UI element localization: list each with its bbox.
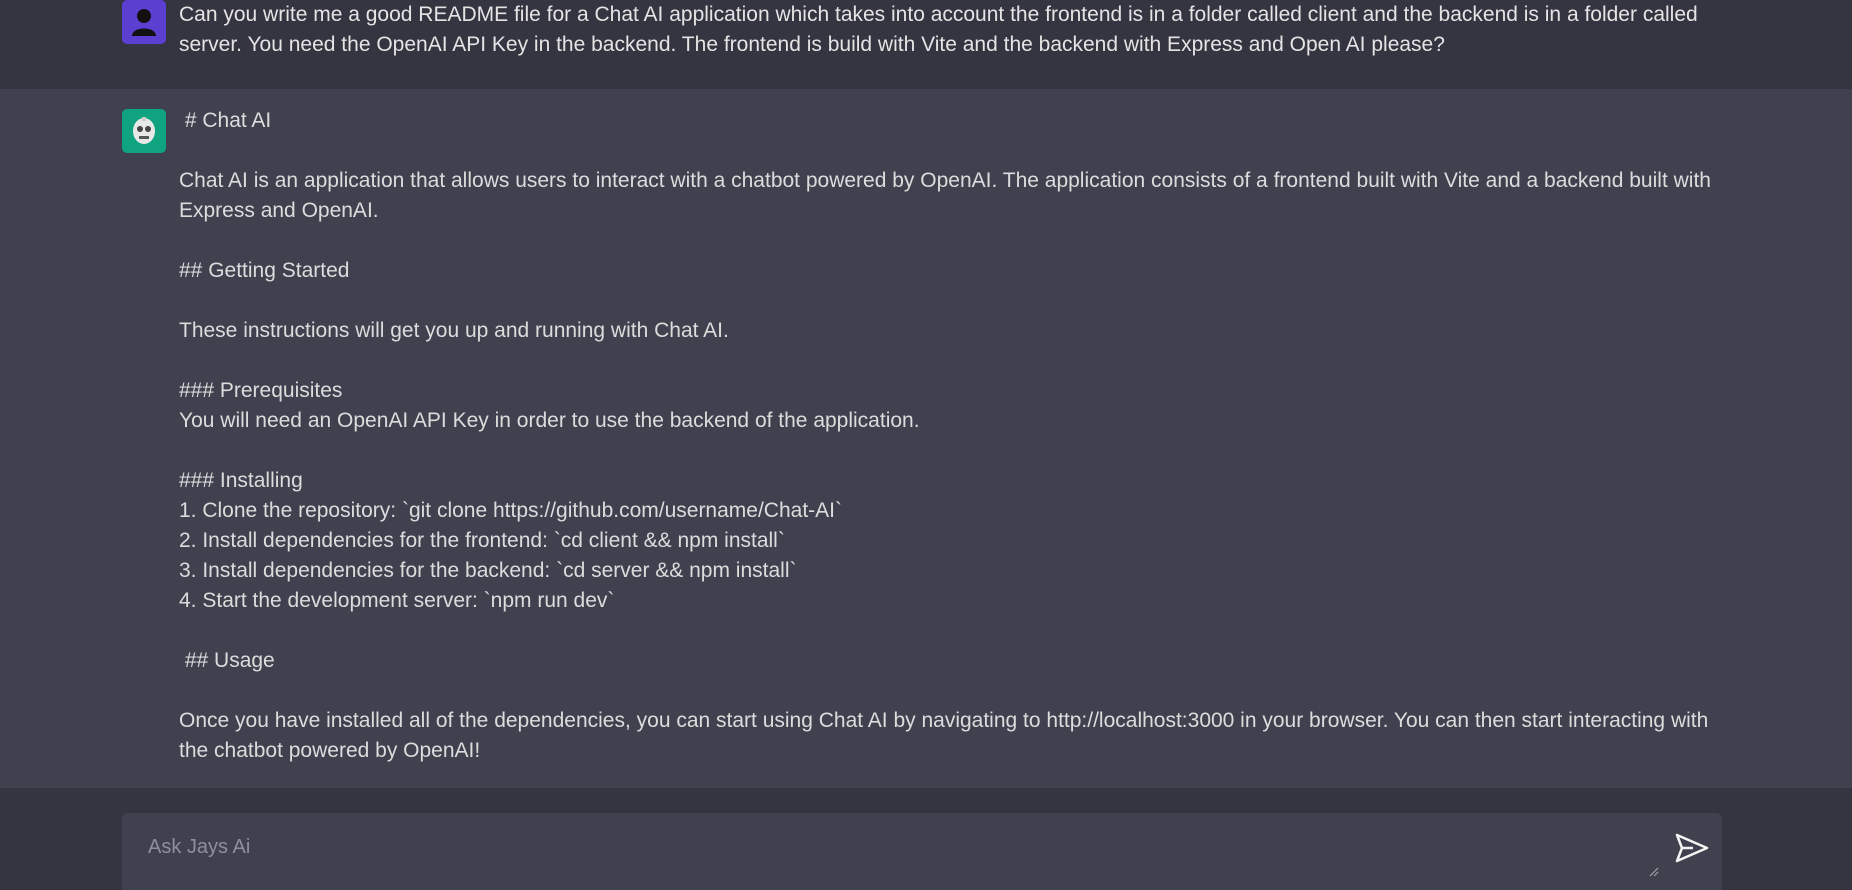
readme-heading-prerequisites: ### Prerequisites: [179, 379, 343, 402]
send-icon: [1675, 833, 1709, 862]
readme-heading-usage: ## Usage: [179, 649, 275, 672]
composer: [0, 788, 1852, 890]
bot-icon: [133, 117, 155, 144]
ai-avatar: [122, 109, 166, 153]
user-icon: [132, 9, 156, 36]
ai-message: # Chat AI Chat AI is an application that…: [0, 89, 1852, 788]
prompt-box[interactable]: [122, 813, 1722, 890]
readme-step-2: 2. Install dependencies for the frontend…: [179, 529, 785, 552]
readme-step-4: 4. Start the development server: `npm ru…: [179, 589, 615, 612]
resize-handle-icon[interactable]: [1648, 866, 1660, 878]
readme-usage-text: Once you have installed all of the depen…: [179, 709, 1709, 762]
user-avatar: [122, 0, 166, 44]
readme-intro: Chat AI is an application that allows us…: [179, 169, 1711, 222]
readme-prerequisites-text: You will need an OpenAI API Key in order…: [179, 409, 920, 432]
prompt-input[interactable]: [146, 829, 1650, 865]
readme-step-1: 1. Clone the repository: `git clone http…: [179, 499, 842, 522]
user-message-text: Can you write me a good README file for …: [179, 3, 1698, 56]
user-message: Can you write me a good README file for …: [0, 0, 1852, 89]
ai-message-text: # Chat AI Chat AI is an application that…: [179, 106, 1739, 766]
readme-step-3: 3. Install dependencies for the backend:…: [179, 559, 797, 582]
chat-window: Can you write me a good README file for …: [0, 0, 1852, 890]
readme-heading-getting-started: ## Getting Started: [179, 259, 350, 282]
readme-getting-started-text: These instructions will get you up and r…: [179, 319, 729, 342]
readme-heading-installing: ### Installing: [179, 469, 303, 492]
readme-heading-chat-ai: # Chat AI: [179, 109, 272, 132]
send-button[interactable]: [1672, 832, 1712, 866]
